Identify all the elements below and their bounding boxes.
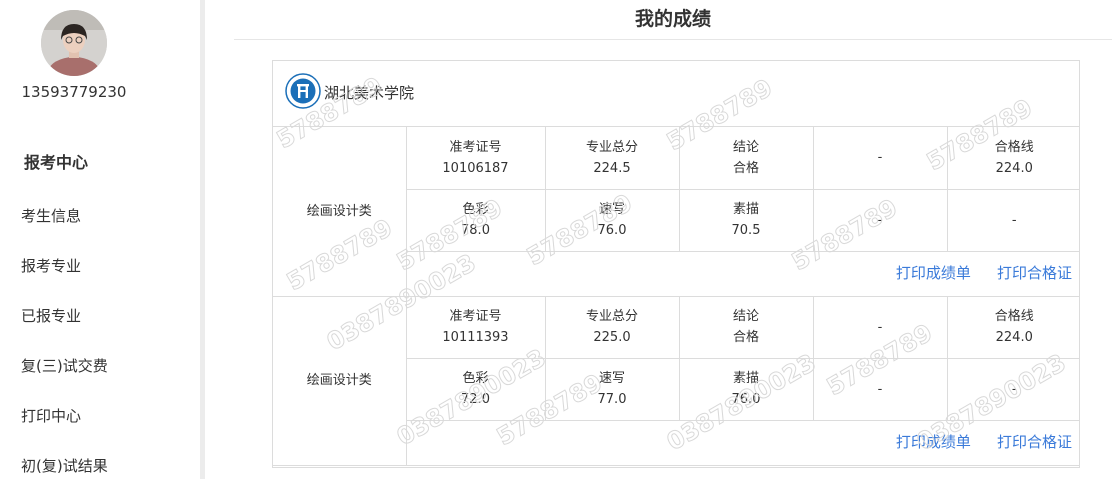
actions-cell: 打印成绩单 打印合格证 bbox=[406, 419, 1079, 466]
result-value: 合格 bbox=[732, 160, 759, 176]
exam-no-value: 10111393 bbox=[442, 330, 509, 345]
total-score-cell: 专业总分 224.5 bbox=[544, 127, 680, 190]
exam-no-label: 准考证号 bbox=[449, 309, 502, 324]
empty-cell: - bbox=[812, 357, 948, 421]
sidebar-divider bbox=[200, 0, 205, 479]
drawing-label: 素描 bbox=[732, 202, 759, 217]
sketch-label: 速写 bbox=[598, 202, 625, 217]
category-cell: 绘画设计类 bbox=[273, 127, 407, 297]
user-phone: 13593779230 bbox=[21, 83, 127, 101]
pass-line-cell: 合格线 224.0 bbox=[946, 127, 1079, 190]
color-value: 78.0 bbox=[461, 223, 490, 238]
sidebar: 13593779230 报考中心 考生信息 报考专业 已报专业 复(三)试交费 … bbox=[0, 0, 200, 479]
table-row: 绘画设计类 准考证号 10111393 专业总分 225.0 结论合格 - 合格线 2… bbox=[273, 295, 1079, 466]
drawing-value: 76.0 bbox=[731, 392, 761, 407]
extra-cell: - bbox=[812, 127, 948, 190]
sketch-label: 速写 bbox=[598, 371, 625, 386]
pass-line-value: 224.0 bbox=[995, 330, 1033, 345]
menu-item-exam-results[interactable]: 初(复)试结果 bbox=[21, 455, 108, 476]
pass-line-value: 224.0 bbox=[995, 160, 1033, 176]
exam-no-cell: 准考证号 10106187 bbox=[405, 127, 546, 190]
school-header: 湖北美术学院 bbox=[273, 61, 1079, 127]
exam-no-label: 准考证号 bbox=[449, 139, 502, 155]
total-score-label: 专业总分 bbox=[585, 139, 638, 155]
menu-item-print-center[interactable]: 打印中心 bbox=[21, 405, 81, 426]
total-score-value: 224.5 bbox=[593, 160, 631, 176]
sketch-value: 77.0 bbox=[597, 392, 627, 407]
total-score-label: 专业总分 bbox=[585, 309, 638, 324]
result-label: 结论 bbox=[732, 309, 759, 324]
actions-cell: 打印成绩单 打印合格证 bbox=[406, 250, 1079, 297]
extra-cell: - bbox=[812, 295, 948, 359]
school-name: 湖北美术学院 bbox=[324, 84, 415, 102]
pass-line-cell: 合格线 224.0 bbox=[946, 295, 1079, 359]
total-score-cell: 专业总分 225.0 bbox=[544, 295, 680, 359]
menu-item-applied-majors[interactable]: 已报专业 bbox=[21, 305, 81, 326]
category-cell: 绘画设计类 bbox=[273, 295, 407, 466]
result-cell: 结论 合格 bbox=[678, 295, 814, 359]
drawing-score-cell: 素描 70.5 bbox=[678, 188, 814, 252]
sketch-score-cell: 速写 76.0 bbox=[544, 188, 680, 252]
color-label: 色彩 bbox=[462, 371, 489, 386]
print-certificate-link[interactable]: 打印合格证 bbox=[997, 264, 1072, 282]
empty-cell: - bbox=[946, 357, 1079, 421]
menu-item-retest-payment[interactable]: 复(三)试交费 bbox=[21, 355, 108, 376]
menu-item-candidate-info[interactable]: 考生信息 bbox=[21, 205, 81, 226]
print-certificate-link[interactable]: 打印合格证 bbox=[997, 433, 1072, 451]
table-row: 绘画设计类 准考证号 10106187 专业总分 224.5 结论合格 - 合格线 2… bbox=[273, 127, 1079, 297]
score-card: 湖北美术学院 绘画设计类 准考证号 10106187 专业总分 224.5 结论 合格… bbox=[272, 60, 1080, 468]
exam-no-value: 10106187 bbox=[442, 160, 509, 176]
school-logo-icon bbox=[285, 73, 321, 109]
pass-line-label: 合格线 bbox=[994, 139, 1034, 155]
drawing-label: 素描 bbox=[732, 371, 759, 386]
result-value: 合格 bbox=[732, 330, 759, 345]
color-label: 色彩 bbox=[462, 202, 489, 217]
pass-line-label: 合格线 bbox=[994, 309, 1034, 324]
exam-no-cell: 准考证号 10111393 bbox=[405, 295, 546, 359]
title-divider bbox=[234, 39, 1112, 40]
avatar[interactable] bbox=[41, 10, 107, 76]
sketch-score-cell: 速写 77.0 bbox=[544, 357, 680, 421]
empty-cell: - bbox=[812, 188, 948, 252]
drawing-value: 70.5 bbox=[731, 223, 761, 238]
color-value: 72.0 bbox=[461, 392, 490, 407]
color-score-cell: 色彩 78.0 bbox=[406, 188, 546, 252]
result-label: 结论 bbox=[732, 139, 759, 155]
page-title: 我的成绩 bbox=[634, 8, 711, 30]
color-score-cell: 色彩 72.0 bbox=[406, 357, 546, 421]
drawing-score-cell: 素描 76.0 bbox=[678, 357, 814, 421]
menu-item-apply-major[interactable]: 报考专业 bbox=[21, 255, 81, 276]
menu-title-report-center: 报考中心 bbox=[24, 153, 89, 172]
sketch-value: 76.0 bbox=[597, 223, 627, 238]
empty-cell: - bbox=[946, 188, 1079, 252]
total-score-value: 225.0 bbox=[593, 330, 631, 345]
print-grade-sheet-link[interactable]: 打印成绩单 bbox=[896, 264, 971, 282]
grades-table: 绘画设计类 准考证号 10106187 专业总分 224.5 结论 合格 - 合格线 2… bbox=[273, 127, 1079, 466]
print-grade-sheet-link[interactable]: 打印成绩单 bbox=[896, 433, 971, 451]
result-cell: 结论 合格 bbox=[678, 127, 814, 190]
